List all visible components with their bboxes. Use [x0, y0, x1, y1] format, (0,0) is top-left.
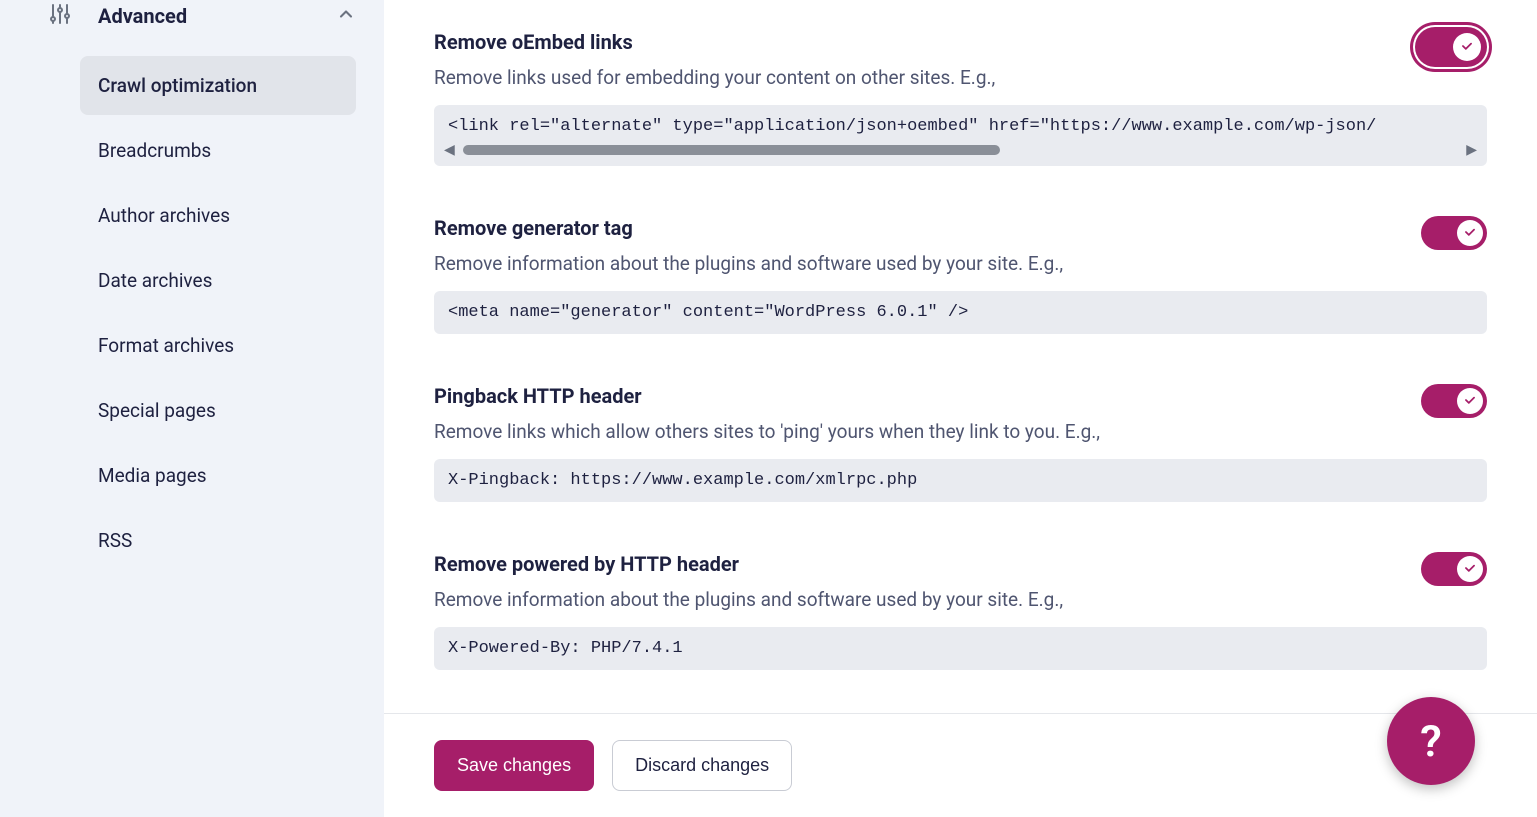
check-icon [1460, 38, 1474, 57]
scroll-right-icon[interactable]: ▶ [1466, 142, 1477, 158]
setting-remove-oembed-links: Remove oEmbed links Remove links used for… [434, 30, 1487, 166]
toggle-switch[interactable] [1421, 216, 1487, 250]
sidebar-item-crawl-optimization[interactable]: Crawl optimization [80, 56, 356, 115]
toggle-knob [1457, 556, 1483, 582]
check-icon [1463, 392, 1477, 411]
footer-actions: Save changes Discard changes [384, 713, 1537, 817]
setting-description: Remove information about the plugins and… [434, 588, 1487, 611]
sidebar-section-advanced[interactable]: Advanced [0, 0, 356, 36]
save-button[interactable]: Save changes [434, 740, 594, 791]
sidebar-item-format-archives[interactable]: Format archives [80, 316, 356, 375]
setting-title: Remove powered by HTTP header [434, 552, 1487, 576]
sidebar-section-title: Advanced [98, 4, 187, 28]
scroll-thumb[interactable] [463, 145, 1001, 155]
setting-title: Remove oEmbed links [434, 30, 1487, 54]
code-block: <meta name="generator" content="WordPres… [434, 291, 1487, 334]
sidebar-item-breadcrumbs[interactable]: Breadcrumbs [80, 121, 356, 180]
toggle-switch[interactable] [1421, 552, 1487, 586]
setting-description: Remove information about the plugins and… [434, 252, 1487, 275]
check-icon [1463, 560, 1477, 579]
sidebar-item-rss[interactable]: RSS [80, 511, 356, 570]
setting-pingback-http-header: Pingback HTTP header Remove links which a… [434, 384, 1487, 502]
check-icon [1463, 224, 1477, 243]
toggle-knob [1457, 220, 1483, 246]
sidebar-items: Crawl optimization Breadcrumbs Author arch… [0, 56, 356, 570]
code-block: X-Pingback: https://www.example.com/xmlr… [434, 459, 1487, 502]
sidebar-item-media-pages[interactable]: Media pages [80, 446, 356, 505]
toggle-knob [1453, 33, 1481, 61]
toggle-switch[interactable] [1415, 27, 1487, 67]
setting-title: Remove generator tag [434, 216, 1487, 240]
setting-description: Remove links which allow others sites to… [434, 420, 1487, 443]
setting-remove-generator-tag: Remove generator tag Remove information a… [434, 216, 1487, 334]
toggle-knob [1457, 388, 1483, 414]
chevron-up-icon [336, 4, 356, 28]
sidebar-item-special-pages[interactable]: Special pages [80, 381, 356, 440]
scroll-track[interactable] [463, 145, 1458, 155]
horizontal-scrollbar[interactable]: ◀▶ [434, 136, 1487, 166]
scroll-left-icon[interactable]: ◀ [444, 142, 455, 158]
sliders-icon [48, 2, 72, 30]
setting-description: Remove links used for embedding your con… [434, 66, 1487, 89]
code-block-wrapper: <link rel="alternate" type="application/… [434, 105, 1487, 166]
toggle-switch[interactable] [1421, 384, 1487, 418]
sidebar-item-author-archives[interactable]: Author archives [80, 186, 356, 245]
sidebar-item-date-archives[interactable]: Date archives [80, 251, 356, 310]
setting-title: Pingback HTTP header [434, 384, 1487, 408]
sidebar: Advanced Crawl optimization Breadcrumbs Au… [0, 0, 384, 817]
main-content: Remove oEmbed links Remove links used for… [384, 0, 1537, 817]
help-button[interactable]: ? [1387, 697, 1475, 785]
code-block: <link rel="alternate" type="application/… [434, 105, 1487, 136]
setting-remove-powered-by-http-header: Remove powered by HTTP header Remove info… [434, 552, 1487, 670]
code-block: X-Powered-By: PHP/7.4.1 [434, 627, 1487, 670]
discard-button[interactable]: Discard changes [612, 740, 792, 791]
